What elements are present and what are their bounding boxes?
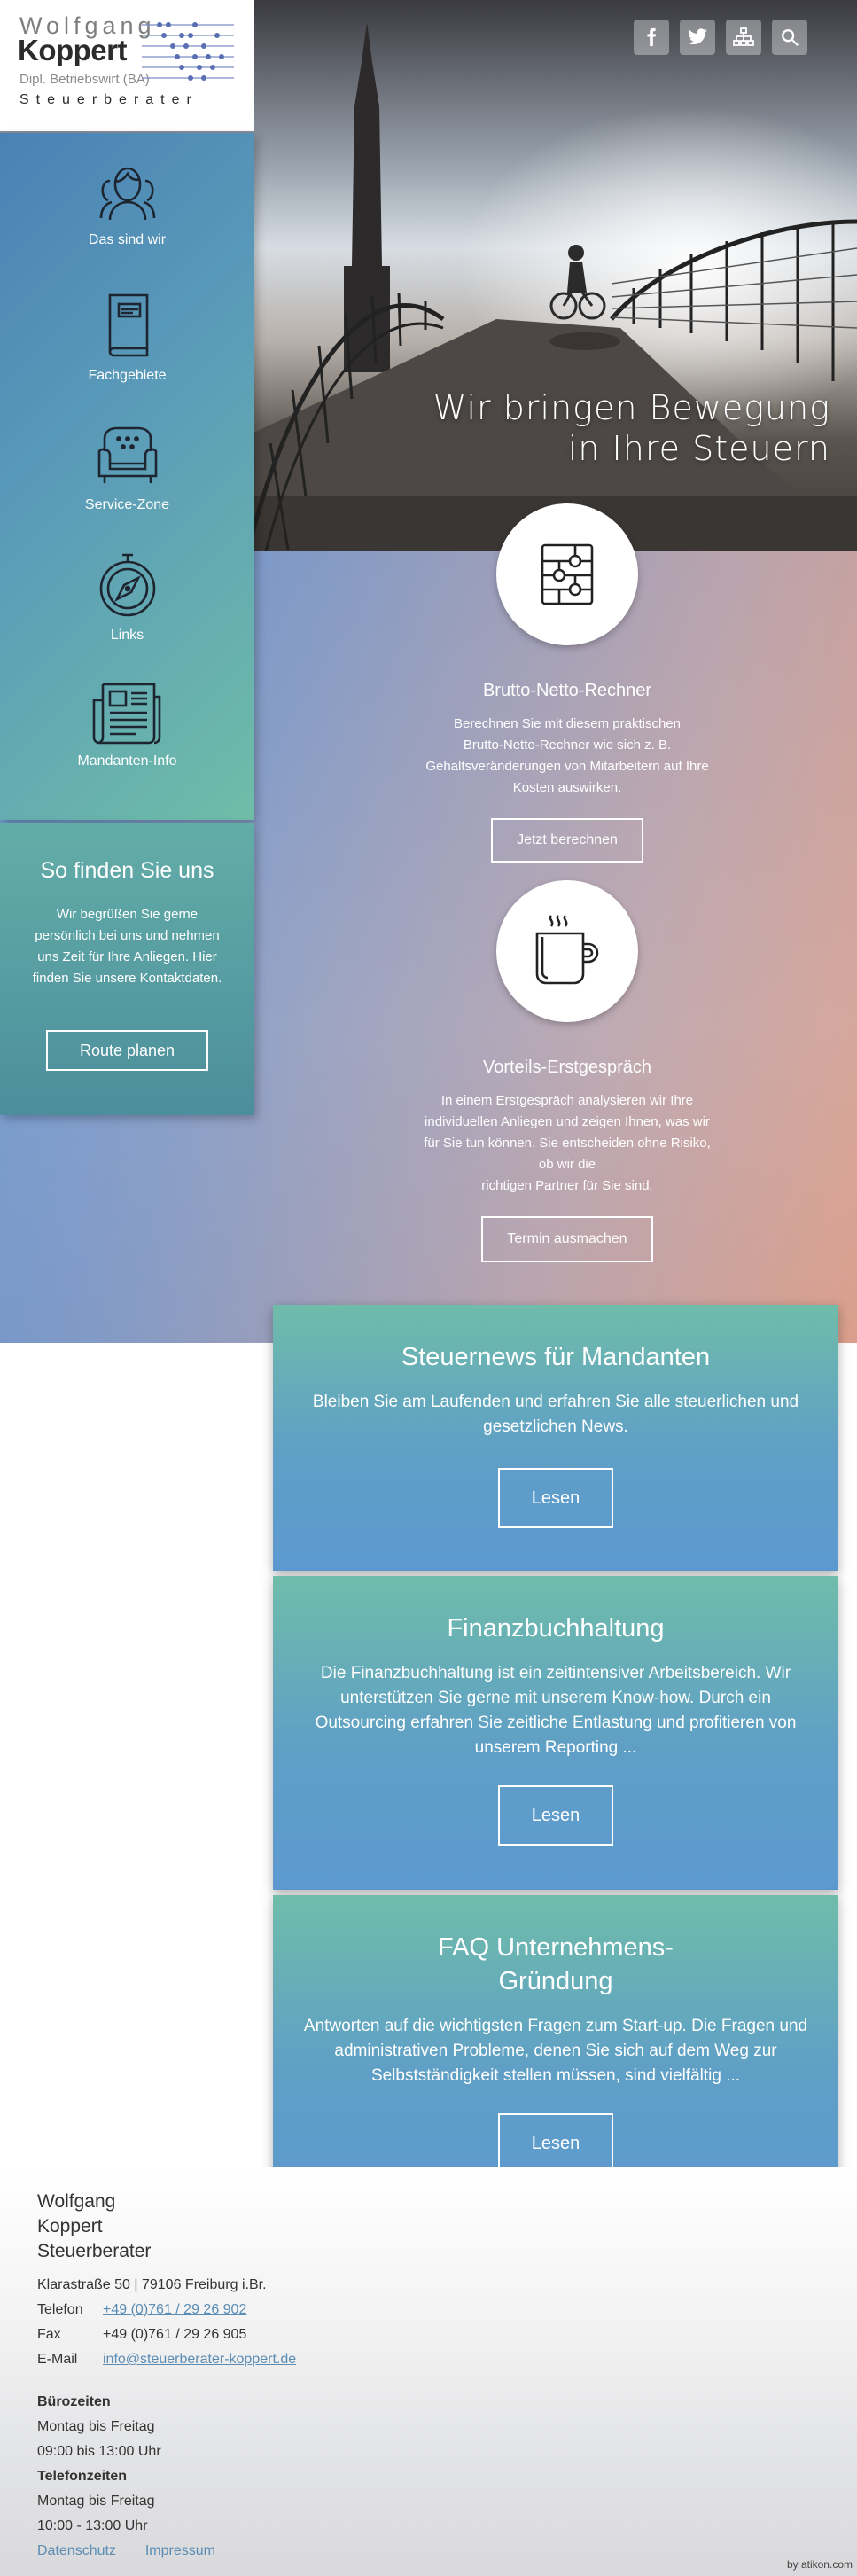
nav-item-das-sind-wir[interactable]: Das sind wir	[0, 161, 254, 248]
card-steuernews: Steuernews für Mandanten Bleiben Sie am …	[273, 1305, 838, 1571]
calculator-sliders-icon	[541, 543, 594, 605]
find-us-text: Wir begrüßen Sie gerne persönlich bei un…	[32, 907, 222, 986]
feature-icon-circle[interactable]	[496, 503, 638, 645]
nav-item-links[interactable]: Links	[0, 550, 254, 644]
newspaper-icon	[92, 683, 160, 745]
feature-text-line: Gehaltsveränderungen von Mitarbeitern au…	[425, 759, 709, 774]
header-icon-bar	[634, 20, 807, 55]
footer-phone-hours-title: Telefonzeiten	[37, 2469, 128, 2484]
route-planen-button[interactable]: Route planen	[46, 1030, 208, 1071]
footer-office-days: Montag bis Freitag	[37, 2419, 155, 2434]
footer-address: Klarastraße 50 | 79106 Freiburg i.Br.	[37, 2277, 267, 2292]
footer-phone-days: Montag bis Freitag	[37, 2494, 155, 2509]
hero-headline-line2: in Ihre Steuern	[567, 429, 830, 468]
footer-company-name: Wolfgang Koppert Steuerberater	[37, 2190, 296, 2264]
card-text: Die Finanzbuchhaltung ist ein zeitintens…	[315, 1664, 797, 1757]
feature-text-line: Brutto-Netto-Rechner wie sich z. B.	[463, 738, 672, 753]
armchair-icon	[97, 426, 157, 483]
card-title: Finanzbuchhaltung	[447, 1614, 665, 1643]
footer-email-link[interactable]: info@steuerberater-koppert.de	[103, 2347, 296, 2372]
footer-phone-label: Telefon	[37, 2302, 83, 2317]
termin-ausmachen-button[interactable]: Termin ausmachen	[481, 1216, 653, 1262]
footer-credit[interactable]: by atikon.com	[787, 2558, 853, 2571]
feature-title: Brutto-Netto-Rechner	[482, 681, 652, 700]
nav-label: Mandanten-Info	[77, 753, 177, 769]
nav-item-fachgebiete[interactable]: Fachgebiete	[0, 290, 254, 384]
twitter-icon[interactable]	[680, 20, 715, 55]
card-title: Steuernews für Mandanten	[401, 1343, 711, 1371]
feature-text-line: individuellen Anliegen und zeigen Ihnen,…	[425, 1114, 710, 1129]
abacus-logo-icon	[142, 22, 234, 81]
nav-label: Das sind wir	[88, 232, 167, 247]
feature-text: Berechnen Sie mit diesem praktischen Bru…	[372, 714, 762, 799]
card-title-line: Gründung	[498, 1967, 613, 1995]
feature-text-line: ob wir die	[538, 1157, 596, 1172]
jetzt-berechnen-button[interactable]: Jetzt berechnen	[491, 818, 643, 863]
footer-fax-row: Fax +49 (0)761 / 29 26 905	[37, 2322, 296, 2347]
logo[interactable]: Wolfgang Koppert Dipl. Betriebswirt (BA)…	[0, 0, 254, 131]
footer-fax-label: Fax	[37, 2327, 61, 2342]
lesen-button[interactable]: Lesen	[498, 1468, 613, 1528]
footer-name-line: Koppert	[37, 2216, 103, 2236]
feature-text-line: In einem Erstgespräch analysieren wir Ih…	[440, 1093, 694, 1108]
sitemap-icon[interactable]	[726, 20, 761, 55]
card-text: Antworten auf die wichtigsten Fragen zum…	[303, 2017, 808, 2085]
feature-icon-circle[interactable]	[496, 880, 638, 1022]
find-us-panel: So finden Sie uns Wir begrüßen Sie gerne…	[0, 823, 254, 1115]
feature-brutto-netto: Brutto-Netto-Rechner Berechnen Sie mit d…	[372, 503, 762, 863]
feature-text-line: Berechnen Sie mit diesem praktischen	[454, 716, 681, 731]
compass-icon	[99, 553, 155, 617]
search-icon[interactable]	[772, 20, 807, 55]
find-us-title: So finden Sie uns	[40, 858, 214, 883]
footer-name-line: Steuerberater	[37, 2241, 152, 2261]
footer-phone-times: 10:00 - 13:00 Uhr	[37, 2518, 148, 2533]
feature-title: Vorteils-Erstgespräch	[482, 1058, 652, 1077]
lesen-button[interactable]: Lesen	[498, 1785, 613, 1846]
footer-legal-links: Datenschutz Impressum	[37, 2539, 296, 2564]
team-icon	[99, 167, 155, 221]
feature-text-line: für Sie tun können. Sie entscheiden ohne…	[424, 1136, 711, 1151]
footer-office-hours-title: Bürozeiten	[37, 2394, 111, 2409]
footer-contact: Wolfgang Koppert Steuerberater Klarastra…	[37, 2190, 296, 2564]
footer-email-label: E-Mail	[37, 2352, 78, 2367]
nav-item-service-zone[interactable]: Service-Zone	[0, 421, 254, 513]
feature-text-line: Kosten auswirken.	[512, 780, 622, 795]
footer-name-line: Wolfgang	[37, 2191, 116, 2212]
impressum-link[interactable]: Impressum	[145, 2543, 215, 2558]
footer-phone-link[interactable]: +49 (0)761 / 29 26 902	[103, 2298, 246, 2322]
nav-label: Fachgebiete	[88, 368, 167, 383]
datenschutz-link[interactable]: Datenschutz	[37, 2543, 116, 2558]
logo-last-name: Koppert	[18, 34, 128, 66]
nav-label: Service-Zone	[84, 497, 170, 512]
nav-label: Links	[110, 628, 144, 643]
facebook-icon[interactable]	[634, 20, 669, 55]
card-title: FAQ Unternehmens- Gründung	[273, 1931, 838, 1998]
sidebar-nav: Das sind wir Fachgebiete Service-Zone Li…	[0, 133, 254, 820]
book-icon	[108, 293, 148, 357]
footer-phone-row: Telefon +49 (0)761 / 29 26 902	[37, 2298, 296, 2322]
hero-headline: Wir bringen Bewegung in Ihre Steuern	[433, 387, 830, 469]
footer-fax-value: +49 (0)761 / 29 26 905	[103, 2327, 247, 2342]
footer-email-row: E-Mail info@steuerberater-koppert.de	[37, 2347, 296, 2372]
footer-office-times: 09:00 bis 13:00 Uhr	[37, 2444, 161, 2459]
feature-text: In einem Erstgespräch analysieren wir Ih…	[372, 1090, 762, 1197]
coffee-cup-icon	[535, 915, 599, 985]
card-text: Bleiben Sie am Laufenden und erfahren Si…	[312, 1393, 799, 1436]
feature-erstgespraech: Vorteils-Erstgespräch In einem Erstgespr…	[372, 880, 762, 1262]
nav-item-mandanten-info[interactable]: Mandanten-Info	[0, 679, 254, 769]
card-finanzbuchhaltung: Finanzbuchhaltung Die Finanzbuchhaltung …	[273, 1576, 838, 1890]
lesen-button[interactable]: Lesen	[498, 2113, 613, 2174]
logo-subtitle: Dipl. Betriebswirt (BA)	[19, 72, 150, 87]
feature-text-line: richtigen Partner für Sie sind.	[481, 1178, 653, 1193]
hero-headline-line1: Wir bringen Bewegung	[432, 388, 830, 427]
card-title-line: FAQ Unternehmens-	[438, 1933, 674, 1962]
logo-profession: Steuerberater	[19, 92, 199, 107]
